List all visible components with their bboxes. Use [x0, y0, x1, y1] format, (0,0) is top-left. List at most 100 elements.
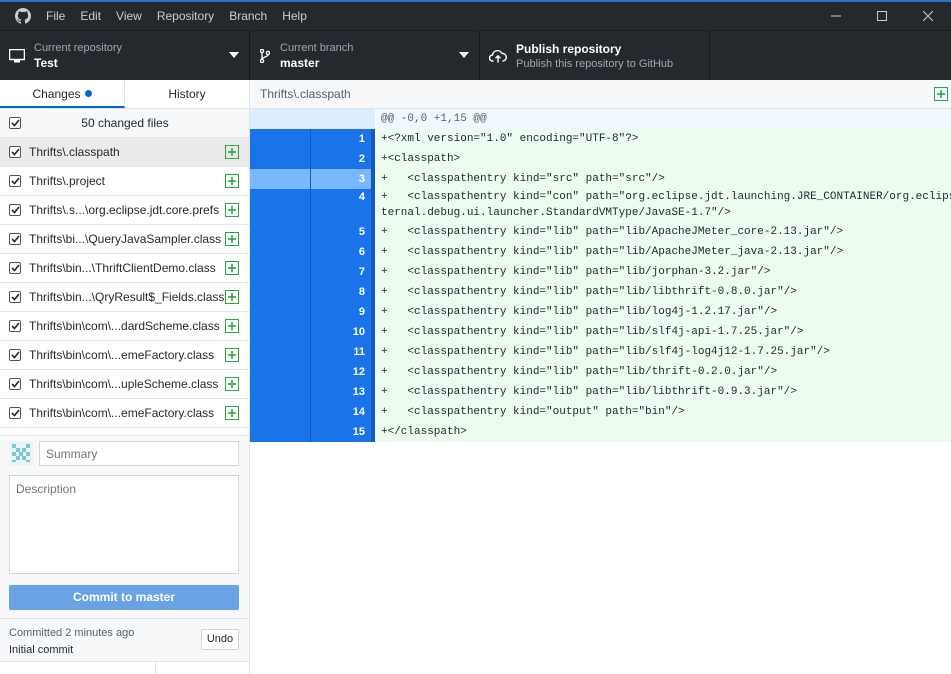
- line-number: 8: [311, 282, 371, 302]
- diff-line[interactable]: 14 + <classpathentry kind="output" path="…: [250, 402, 951, 422]
- file-checkbox[interactable]: [9, 233, 21, 245]
- checkmark-icon: [10, 293, 20, 301]
- diff-line-text: + <classpathentry kind="output" path="bi…: [375, 402, 951, 422]
- select-all-checkbox[interactable]: [9, 117, 21, 129]
- file-name: Thrifts\bin\com\...dardScheme.class: [29, 319, 220, 333]
- diff-line[interactable]: 6 + <classpathentry kind="lib" path="lib/…: [250, 242, 951, 262]
- diff-line[interactable]: 2 +<classpath>: [250, 149, 951, 169]
- minimize-icon: [831, 15, 841, 17]
- tab-history-label: History: [168, 87, 206, 101]
- current-branch-dropdown[interactable]: Current branch master: [250, 31, 480, 81]
- diff-line[interactable]: 7 + <classpathentry kind="lib" path="lib/…: [250, 262, 951, 282]
- summary-input[interactable]: [39, 441, 239, 466]
- file-row[interactable]: Thrifts\bin\com\...dardScheme.class: [0, 312, 249, 341]
- maximize-icon: [877, 11, 887, 21]
- file-added-icon: [225, 261, 239, 275]
- diff-line[interactable]: 1 +<?xml version="1.0" encoding="UTF-8"?>: [250, 129, 951, 149]
- publish-repository-button[interactable]: Publish repository Publish this reposito…: [480, 31, 710, 81]
- diff-line[interactable]: 8 + <classpathentry kind="lib" path="lib/…: [250, 282, 951, 302]
- diff-line[interactable]: 5 + <classpathentry kind="lib" path="lib/…: [250, 222, 951, 242]
- file-row[interactable]: Thrifts\bin\com\...upleScheme.class: [0, 370, 249, 399]
- tab-changes-label: Changes: [32, 87, 81, 101]
- file-name: Thrifts\.classpath: [29, 145, 120, 159]
- menu-view[interactable]: View: [116, 2, 157, 30]
- menu-bar: File Edit View Repository Branch Help: [46, 2, 322, 30]
- commit-button[interactable]: Commit to master: [9, 585, 239, 610]
- file-checkbox[interactable]: [9, 262, 21, 274]
- description-input[interactable]: [9, 475, 239, 574]
- diff-content: @@ -0,0 +1,15 @@ 1 +<?xml version="1.0" e…: [250, 109, 951, 442]
- file-checkbox[interactable]: [9, 407, 21, 419]
- file-added-icon: [225, 174, 239, 188]
- file-checkbox[interactable]: [9, 291, 21, 303]
- diff-line-text: + <classpathentry kind="lib" path="lib/j…: [375, 262, 951, 282]
- menu-file[interactable]: File: [46, 2, 80, 30]
- checkmark-icon: [10, 409, 20, 417]
- file-checkbox[interactable]: [9, 175, 21, 187]
- file-row[interactable]: Thrifts\bin...\ThriftClientDemo.class: [0, 254, 249, 283]
- title-bar: File Edit View Repository Branch Help: [0, 0, 951, 30]
- file-row[interactable]: Thrifts\.s...\org.eclipse.jdt.core.prefs: [0, 196, 249, 225]
- file-name: Thrifts\bin...\QryResult$_Fields.class: [29, 290, 225, 304]
- file-checkbox[interactable]: [9, 204, 21, 216]
- diff-line-text: + <classpathentry kind="lib" path="lib/s…: [375, 322, 951, 342]
- checkmark-icon: [10, 119, 20, 127]
- tab-changes[interactable]: Changes: [0, 80, 125, 108]
- line-number: 10: [311, 322, 371, 342]
- branch-name: master: [280, 56, 320, 70]
- github-logo-icon: [0, 2, 46, 30]
- diff-line[interactable]: 10 + <classpathentry kind="lib" path="lib…: [250, 322, 951, 342]
- github-desktop-window: File Edit View Repository Branch Help Cu…: [0, 0, 951, 674]
- menu-branch[interactable]: Branch: [229, 2, 282, 30]
- checkmark-icon: [10, 177, 20, 185]
- diff-line-text: ternal.debug.ui.launcher.StandardVMType/…: [375, 205, 951, 222]
- menu-edit[interactable]: Edit: [80, 2, 116, 30]
- menu-help[interactable]: Help: [282, 2, 322, 30]
- avatar: [9, 441, 33, 465]
- file-row[interactable]: Thrifts\bi...\QueryJavaSampler.class: [0, 225, 249, 254]
- sidebar-tabs: Changes History: [0, 80, 249, 109]
- line-number: 6: [311, 242, 371, 262]
- file-checkbox[interactable]: [9, 320, 21, 332]
- checkmark-icon: [10, 322, 20, 330]
- file-row[interactable]: Thrifts\bin...\QryResult$_Fields.class: [0, 283, 249, 312]
- file-row[interactable]: Thrifts\bin\com\...emeFactory.class: [0, 399, 249, 428]
- checkmark-icon: [10, 206, 20, 214]
- file-row[interactable]: Thrifts\.project: [0, 167, 249, 196]
- diff-line[interactable]: 9 + <classpathentry kind="lib" path="lib/…: [250, 302, 951, 322]
- line-number: 14: [311, 402, 371, 422]
- file-name: Thrifts\.project: [29, 174, 106, 188]
- cloud-upload-icon: [480, 49, 516, 63]
- file-added-icon: [934, 87, 948, 101]
- monitor-icon: [0, 49, 34, 63]
- repository-caret-down-icon: [229, 52, 239, 58]
- diff-line[interactable]: 15 +</classpath>: [250, 422, 951, 442]
- diff-line[interactable]: ternal.debug.ui.launcher.StandardVMType/…: [250, 205, 951, 222]
- diff-line[interactable]: 12 + <classpathentry kind="lib" path="lib…: [250, 362, 951, 382]
- line-number: 11: [311, 342, 371, 362]
- diff-line[interactable]: 11 + <classpathentry kind="lib" path="lib…: [250, 342, 951, 362]
- current-repository-dropdown[interactable]: Current repository Test: [0, 31, 250, 81]
- window-controls: [813, 2, 951, 30]
- file-row[interactable]: Thrifts\.classpath: [0, 138, 249, 167]
- diff-line[interactable]: 4 + <classpathentry kind="con" path="org.…: [250, 189, 951, 205]
- file-checkbox[interactable]: [9, 378, 21, 390]
- undo-button[interactable]: Undo: [201, 629, 239, 650]
- maximize-button[interactable]: [859, 2, 905, 30]
- diff-line-text: + <classpathentry kind="lib" path="lib/A…: [375, 242, 951, 262]
- diff-line[interactable]: 3 + <classpathentry kind="src" path="src"…: [250, 169, 951, 189]
- diff-line[interactable]: 13 + <classpathentry kind="lib" path="lib…: [250, 382, 951, 402]
- close-button[interactable]: [905, 2, 951, 30]
- last-commit-info: Committed 2 minutes ago Initial commit U…: [0, 618, 249, 661]
- menu-repository[interactable]: Repository: [157, 2, 229, 30]
- tab-history[interactable]: History: [125, 80, 249, 108]
- changed-files-list: Thrifts\.classpath Thrifts\.project Thrift…: [0, 138, 249, 428]
- file-checkbox[interactable]: [9, 146, 21, 158]
- minimize-button[interactable]: [813, 2, 859, 30]
- repository-label: Current repository: [34, 42, 123, 54]
- file-checkbox[interactable]: [9, 349, 21, 361]
- checkmark-icon: [10, 380, 20, 388]
- diff-line-text: + <classpathentry kind="lib" path="lib/s…: [375, 342, 951, 362]
- file-row[interactable]: Thrifts\bin\com\...emeFactory.class: [0, 341, 249, 370]
- line-number: 4: [311, 189, 371, 205]
